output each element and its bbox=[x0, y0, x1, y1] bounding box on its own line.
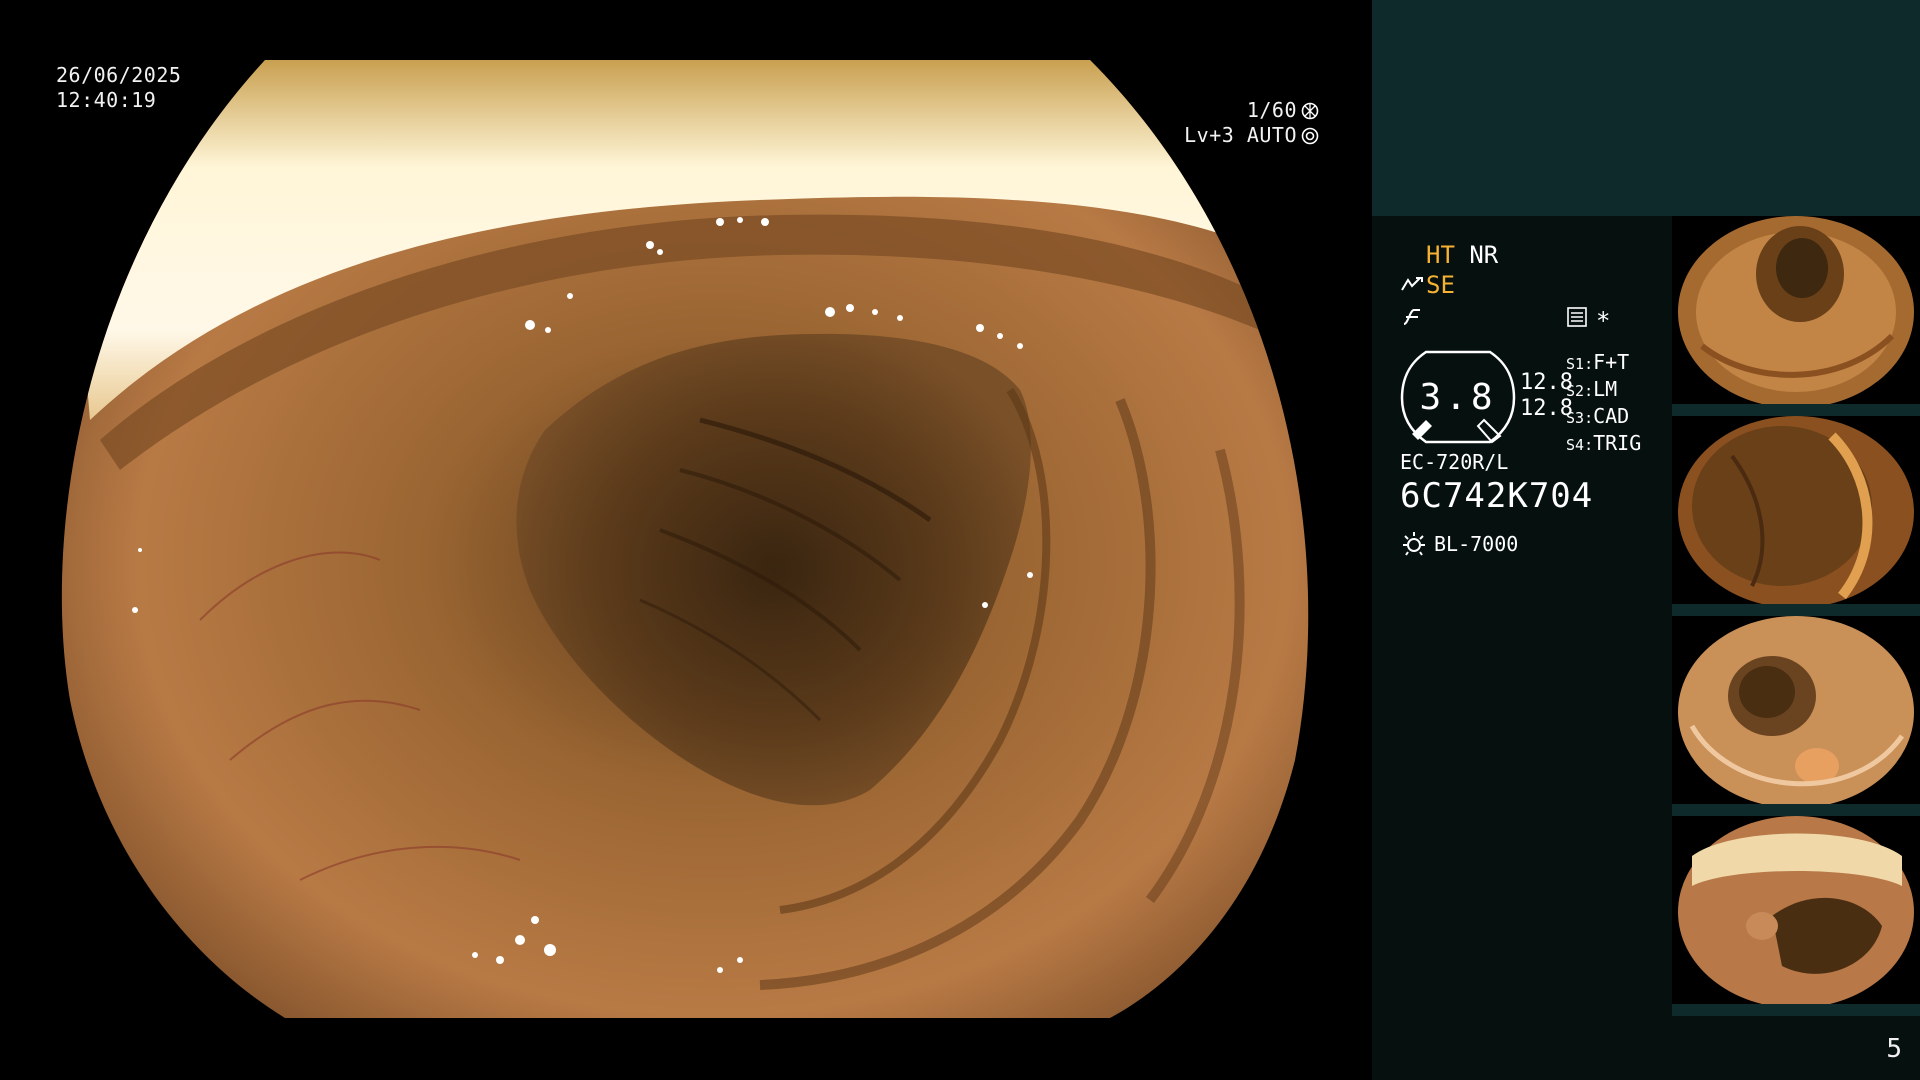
info-panel: HT NR SE * 3.8 12.8 12.8 S1:F+T S2:LM S3… bbox=[1372, 0, 1920, 1080]
shutter-icon bbox=[1301, 102, 1319, 119]
nr-indicator: NR bbox=[1469, 241, 1499, 269]
thumbnail-image bbox=[1672, 216, 1920, 416]
endoscopic-image bbox=[61, 60, 1309, 1018]
light-source-icon bbox=[1403, 532, 1425, 556]
thumbnail-3[interactable] bbox=[1672, 616, 1920, 816]
scope-model: EC-720R/L bbox=[1400, 450, 1509, 474]
thumbnail-4[interactable] bbox=[1672, 816, 1920, 1016]
panel-header bbox=[1372, 0, 1920, 216]
light-source: BL-7000 bbox=[1400, 530, 1518, 558]
thumbnail-2[interactable] bbox=[1672, 416, 1920, 616]
switch-s3: S3:CAD bbox=[1566, 404, 1630, 428]
structure-enhance-icon bbox=[1401, 277, 1423, 291]
gauge-value: 3.8 bbox=[1419, 376, 1497, 418]
switch-list: S1:F+T S2:LM S3:CAD S4:TRIG bbox=[1566, 350, 1641, 458]
switch-s4: S4:TRIG bbox=[1566, 431, 1642, 455]
iris-icon bbox=[1301, 127, 1319, 144]
light-source-label: BL-7000 bbox=[1434, 532, 1519, 556]
filter-icon bbox=[1403, 309, 1420, 325]
switch-s1: S1:F+T bbox=[1566, 350, 1630, 374]
thumbnail-image bbox=[1672, 416, 1920, 616]
time-text: 12:40:19 bbox=[56, 88, 157, 112]
endoscope-main-view: 26/06/2025 12:40:19 1/60 Lv+3 AUTO bbox=[0, 0, 1372, 1080]
asterisk-mark: * bbox=[1596, 307, 1611, 335]
thumbnail-image bbox=[1672, 816, 1920, 1016]
shutter-speed: 1/60 bbox=[1246, 98, 1297, 122]
thumbnail-1[interactable] bbox=[1672, 216, 1920, 416]
menu-icon bbox=[1567, 307, 1587, 327]
thumbnail-image bbox=[1672, 616, 1920, 816]
se-indicator: SE bbox=[1426, 271, 1455, 299]
iris-mode: Lv+3 AUTO bbox=[1184, 123, 1297, 147]
page-number: 5 bbox=[1886, 1034, 1902, 1064]
switch-s2: S2:LM bbox=[1566, 377, 1618, 401]
date-text: 26/06/2025 bbox=[56, 63, 182, 87]
timestamp: 26/06/2025 12:40:19 bbox=[56, 63, 181, 113]
scope-serial: 6C742K704 bbox=[1400, 476, 1594, 516]
ht-indicator: HT bbox=[1426, 241, 1455, 269]
exposure-settings: 1/60 Lv+3 AUTO bbox=[1184, 98, 1319, 148]
